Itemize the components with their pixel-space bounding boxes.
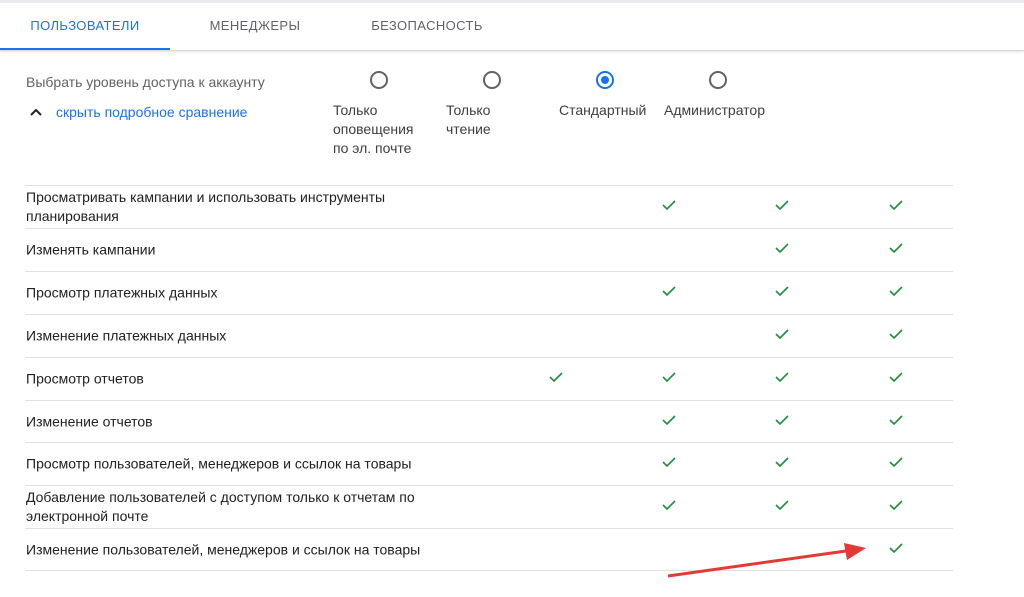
check-icon [775,329,789,340]
permission-label: Просматривать кампании и использовать ин… [26,189,386,224]
check-icon [889,372,903,383]
chevron-up-icon [30,108,42,116]
table-row: Просмотр пользователей, менеджеров и ссы… [25,442,953,485]
check-icon [889,457,903,468]
radio-read-only[interactable] [483,71,501,89]
check-icon [662,286,676,297]
radio-email-only[interactable] [370,71,388,89]
access-option-read: Только чтение [446,71,556,139]
check-icon [775,243,789,254]
check-icon [889,286,903,297]
access-option-label: Стандартный [559,102,647,118]
check-icon [775,372,789,383]
check-icon [662,457,676,468]
check-icon [889,542,903,553]
permission-label: Изменение пользователей, менеджеров и сс… [26,541,421,557]
check-icon [662,500,676,511]
check-icon [662,200,676,211]
table-row: Просматривать кампании и использовать ин… [25,185,953,228]
access-level-label: Выбрать уровень доступа к аккаунту [26,74,265,90]
permission-label: Изменение отчетов [26,413,153,429]
permission-label: Изменять кампании [26,241,156,258]
permissions-table: Просматривать кампании и использовать ин… [25,185,953,571]
check-icon [775,500,789,511]
check-icon [889,243,903,254]
table-row: Изменение пользователей, менеджеров и сс… [25,528,953,571]
active-tab-indicator [0,48,170,50]
access-option-label: Администратор [664,102,766,118]
check-icon [889,329,903,340]
check-icon [889,200,903,211]
check-icon [549,372,563,383]
hide-comparison-toggle[interactable]: скрыть подробное сравнение [28,104,247,120]
permission-label: Просмотр платежных данных [26,284,218,301]
check-icon [775,200,789,211]
hide-comparison-label: скрыть подробное сравнение [56,104,248,120]
access-option-admin: Администратор [664,71,774,120]
permission-label: Просмотр пользователей, менеджеров и ссы… [26,455,412,472]
access-option-standard: Стандартный [559,71,669,120]
radio-admin[interactable] [709,71,727,89]
table-row: Добавление пользователей с доступом толь… [25,485,953,528]
check-icon [889,500,903,511]
permission-label: Добавление пользователей с доступом толь… [26,489,415,524]
table-row: Просмотр отчетов [25,357,953,400]
permission-label: Просмотр отчетов [26,370,144,387]
table-row: Изменять кампании [25,228,953,271]
check-icon [775,457,789,468]
table-row: Просмотр платежных данных [25,271,953,314]
check-icon [662,414,676,425]
table-row: Изменение платежных данных [25,314,953,357]
radio-standard[interactable] [596,71,614,89]
access-option-label: Только чтение [446,102,491,137]
check-icon [889,414,903,425]
table-row: Изменение отчетов [25,400,953,442]
permission-label: Изменение платежных данных [26,327,227,344]
access-option-email: Только оповещения по эл. почте [333,71,443,158]
tab-users[interactable]: ПОЛЬЗОВАТЕЛИ [0,0,170,50]
check-icon [662,372,676,383]
tab-bar: ПОЛЬЗОВАТЕЛИ МЕНЕДЖЕРЫ БЕЗОПАСНОСТЬ [0,0,1024,51]
access-option-label: Только оповещения по эл. почте [333,102,414,156]
check-icon [775,414,789,425]
tab-managers[interactable]: МЕНЕДЖЕРЫ [192,0,318,50]
tab-security[interactable]: БЕЗОПАСНОСТЬ [358,0,496,50]
check-icon [775,286,789,297]
